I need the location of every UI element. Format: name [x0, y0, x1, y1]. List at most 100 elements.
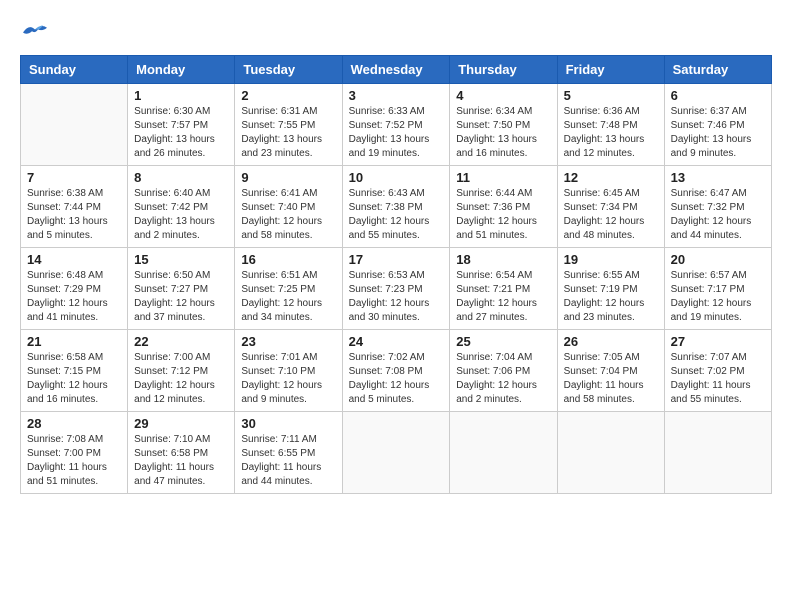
- weekday-saturday: Saturday: [664, 56, 771, 84]
- calendar-body: 1 Sunrise: 6:30 AM Sunset: 7:57 PM Daylig…: [21, 84, 772, 494]
- calendar-cell: [21, 84, 128, 166]
- day-info: Sunrise: 6:40 AM Sunset: 7:42 PM Dayligh…: [134, 187, 228, 243]
- day-info: Sunrise: 6:53 AM Sunset: 7:23 PM Dayligh…: [349, 269, 444, 325]
- day-info: Sunrise: 6:51 AM Sunset: 7:25 PM Dayligh…: [241, 269, 335, 325]
- weekday-tuesday: Tuesday: [235, 56, 342, 84]
- calendar-table: SundayMondayTuesdayWednesdayThursdayFrid…: [20, 55, 772, 494]
- calendar-cell: 3Sunrise: 6:33 AM Sunset: 7:52 PM Daylig…: [342, 84, 450, 166]
- day-number: 15: [134, 252, 228, 267]
- day-number: 2: [241, 88, 335, 103]
- calendar-cell: [557, 412, 664, 494]
- calendar-cell: 16Sunrise: 6:51 AM Sunset: 7:25 PM Dayli…: [235, 248, 342, 330]
- day-number: 28: [27, 416, 121, 431]
- weekday-monday: Monday: [128, 56, 235, 84]
- day-number: 26: [564, 334, 658, 349]
- calendar-cell: 30Sunrise: 7:11 AM Sunset: 6:55 PM Dayli…: [235, 412, 342, 494]
- calendar-cell: 1 Sunrise: 6:30 AM Sunset: 7:57 PM Daylig…: [128, 84, 235, 166]
- day-info: Sunrise: 7:10 AM Sunset: 6:58 PM Dayligh…: [134, 433, 228, 489]
- calendar-cell: 21 Sunrise: 6:58 AM Sunset: 7:15 PM Dayli…: [21, 330, 128, 412]
- calendar-cell: 12Sunrise: 6:45 AM Sunset: 7:34 PM Dayli…: [557, 166, 664, 248]
- day-info: Sunrise: 6:31 AM Sunset: 7:55 PM Dayligh…: [241, 105, 335, 161]
- day-number: 6: [671, 88, 765, 103]
- calendar-cell: 29 Sunrise: 7:10 AM Sunset: 6:58 PM Dayli…: [128, 412, 235, 494]
- day-number: 11: [456, 170, 550, 185]
- day-info: Sunrise: 7:07 AM Sunset: 7:02 PM Dayligh…: [671, 351, 765, 407]
- logo-bird-icon: [20, 20, 50, 45]
- day-number: 23: [241, 334, 335, 349]
- day-info: Sunrise: 6:37 AM Sunset: 7:46 PM Dayligh…: [671, 105, 765, 161]
- calendar-cell: [342, 412, 450, 494]
- day-info: Sunrise: 7:04 AM Sunset: 7:06 PM Dayligh…: [456, 351, 550, 407]
- calendar-cell: [664, 412, 771, 494]
- day-info: Sunrise: 7:08 AM Sunset: 7:00 PM Dayligh…: [27, 433, 121, 489]
- day-number: 13: [671, 170, 765, 185]
- weekday-wednesday: Wednesday: [342, 56, 450, 84]
- calendar-cell: 27 Sunrise: 7:07 AM Sunset: 7:02 PM Dayli…: [664, 330, 771, 412]
- day-number: 19: [564, 252, 658, 267]
- calendar-cell: 25 Sunrise: 7:04 AM Sunset: 7:06 PM Dayli…: [450, 330, 557, 412]
- calendar-cell: 18 Sunrise: 6:54 AM Sunset: 7:21 PM Dayli…: [450, 248, 557, 330]
- day-info: Sunrise: 6:57 AM Sunset: 7:17 PM Dayligh…: [671, 269, 765, 325]
- calendar-cell: 2 Sunrise: 6:31 AM Sunset: 7:55 PM Daylig…: [235, 84, 342, 166]
- day-number: 3: [349, 88, 444, 103]
- calendar-cell: 22Sunrise: 7:00 AM Sunset: 7:12 PM Dayli…: [128, 330, 235, 412]
- calendar-cell: 4 Sunrise: 6:34 AM Sunset: 7:50 PM Daylig…: [450, 84, 557, 166]
- day-number: 4: [456, 88, 550, 103]
- day-info: Sunrise: 6:43 AM Sunset: 7:38 PM Dayligh…: [349, 187, 444, 243]
- day-info: Sunrise: 7:05 AM Sunset: 7:04 PM Dayligh…: [564, 351, 658, 407]
- calendar-cell: 26 Sunrise: 7:05 AM Sunset: 7:04 PM Dayli…: [557, 330, 664, 412]
- day-number: 24: [349, 334, 444, 349]
- calendar-cell: 19 Sunrise: 6:55 AM Sunset: 7:19 PM Dayli…: [557, 248, 664, 330]
- day-number: 1: [134, 88, 228, 103]
- calendar-week-3: 21 Sunrise: 6:58 AM Sunset: 7:15 PM Dayli…: [21, 330, 772, 412]
- day-info: Sunrise: 7:02 AM Sunset: 7:08 PM Dayligh…: [349, 351, 444, 407]
- weekday-friday: Friday: [557, 56, 664, 84]
- calendar-cell: 9Sunrise: 6:41 AM Sunset: 7:40 PM Daylig…: [235, 166, 342, 248]
- calendar-cell: 10 Sunrise: 6:43 AM Sunset: 7:38 PM Dayli…: [342, 166, 450, 248]
- day-number: 27: [671, 334, 765, 349]
- calendar-week-4: 28 Sunrise: 7:08 AM Sunset: 7:00 PM Dayli…: [21, 412, 772, 494]
- day-info: Sunrise: 6:34 AM Sunset: 7:50 PM Dayligh…: [456, 105, 550, 161]
- day-number: 29: [134, 416, 228, 431]
- day-number: 18: [456, 252, 550, 267]
- day-info: Sunrise: 6:54 AM Sunset: 7:21 PM Dayligh…: [456, 269, 550, 325]
- calendar-cell: 7 Sunrise: 6:38 AM Sunset: 7:44 PM Daylig…: [21, 166, 128, 248]
- day-number: 30: [241, 416, 335, 431]
- day-number: 10: [349, 170, 444, 185]
- day-number: 21: [27, 334, 121, 349]
- calendar-cell: 20 Sunrise: 6:57 AM Sunset: 7:17 PM Dayli…: [664, 248, 771, 330]
- day-number: 7: [27, 170, 121, 185]
- calendar-cell: [450, 412, 557, 494]
- calendar-cell: 15 Sunrise: 6:50 AM Sunset: 7:27 PM Dayli…: [128, 248, 235, 330]
- day-info: Sunrise: 6:30 AM Sunset: 7:57 PM Dayligh…: [134, 105, 228, 161]
- calendar-cell: 14 Sunrise: 6:48 AM Sunset: 7:29 PM Dayli…: [21, 248, 128, 330]
- day-info: Sunrise: 6:55 AM Sunset: 7:19 PM Dayligh…: [564, 269, 658, 325]
- calendar-week-0: 1 Sunrise: 6:30 AM Sunset: 7:57 PM Daylig…: [21, 84, 772, 166]
- day-info: Sunrise: 6:50 AM Sunset: 7:27 PM Dayligh…: [134, 269, 228, 325]
- day-number: 17: [349, 252, 444, 267]
- day-number: 20: [671, 252, 765, 267]
- weekday-sunday: Sunday: [21, 56, 128, 84]
- calendar-cell: 28 Sunrise: 7:08 AM Sunset: 7:00 PM Dayli…: [21, 412, 128, 494]
- day-number: 25: [456, 334, 550, 349]
- calendar-cell: 23 Sunrise: 7:01 AM Sunset: 7:10 PM Dayli…: [235, 330, 342, 412]
- day-info: Sunrise: 6:44 AM Sunset: 7:36 PM Dayligh…: [456, 187, 550, 243]
- day-info: Sunrise: 6:58 AM Sunset: 7:15 PM Dayligh…: [27, 351, 121, 407]
- day-info: Sunrise: 7:00 AM Sunset: 7:12 PM Dayligh…: [134, 351, 228, 407]
- day-number: 14: [27, 252, 121, 267]
- calendar-cell: 5Sunrise: 6:36 AM Sunset: 7:48 PM Daylig…: [557, 84, 664, 166]
- calendar-cell: 11 Sunrise: 6:44 AM Sunset: 7:36 PM Dayli…: [450, 166, 557, 248]
- calendar-cell: 8Sunrise: 6:40 AM Sunset: 7:42 PM Daylig…: [128, 166, 235, 248]
- day-info: Sunrise: 6:48 AM Sunset: 7:29 PM Dayligh…: [27, 269, 121, 325]
- day-number: 9: [241, 170, 335, 185]
- weekday-header-row: SundayMondayTuesdayWednesdayThursdayFrid…: [21, 56, 772, 84]
- day-info: Sunrise: 6:45 AM Sunset: 7:34 PM Dayligh…: [564, 187, 658, 243]
- day-info: Sunrise: 7:01 AM Sunset: 7:10 PM Dayligh…: [241, 351, 335, 407]
- calendar-week-2: 14 Sunrise: 6:48 AM Sunset: 7:29 PM Dayli…: [21, 248, 772, 330]
- logo: [20, 20, 50, 45]
- calendar-cell: 24 Sunrise: 7:02 AM Sunset: 7:08 PM Dayli…: [342, 330, 450, 412]
- day-info: Sunrise: 6:47 AM Sunset: 7:32 PM Dayligh…: [671, 187, 765, 243]
- day-info: Sunrise: 6:38 AM Sunset: 7:44 PM Dayligh…: [27, 187, 121, 243]
- calendar-cell: 13 Sunrise: 6:47 AM Sunset: 7:32 PM Dayli…: [664, 166, 771, 248]
- weekday-thursday: Thursday: [450, 56, 557, 84]
